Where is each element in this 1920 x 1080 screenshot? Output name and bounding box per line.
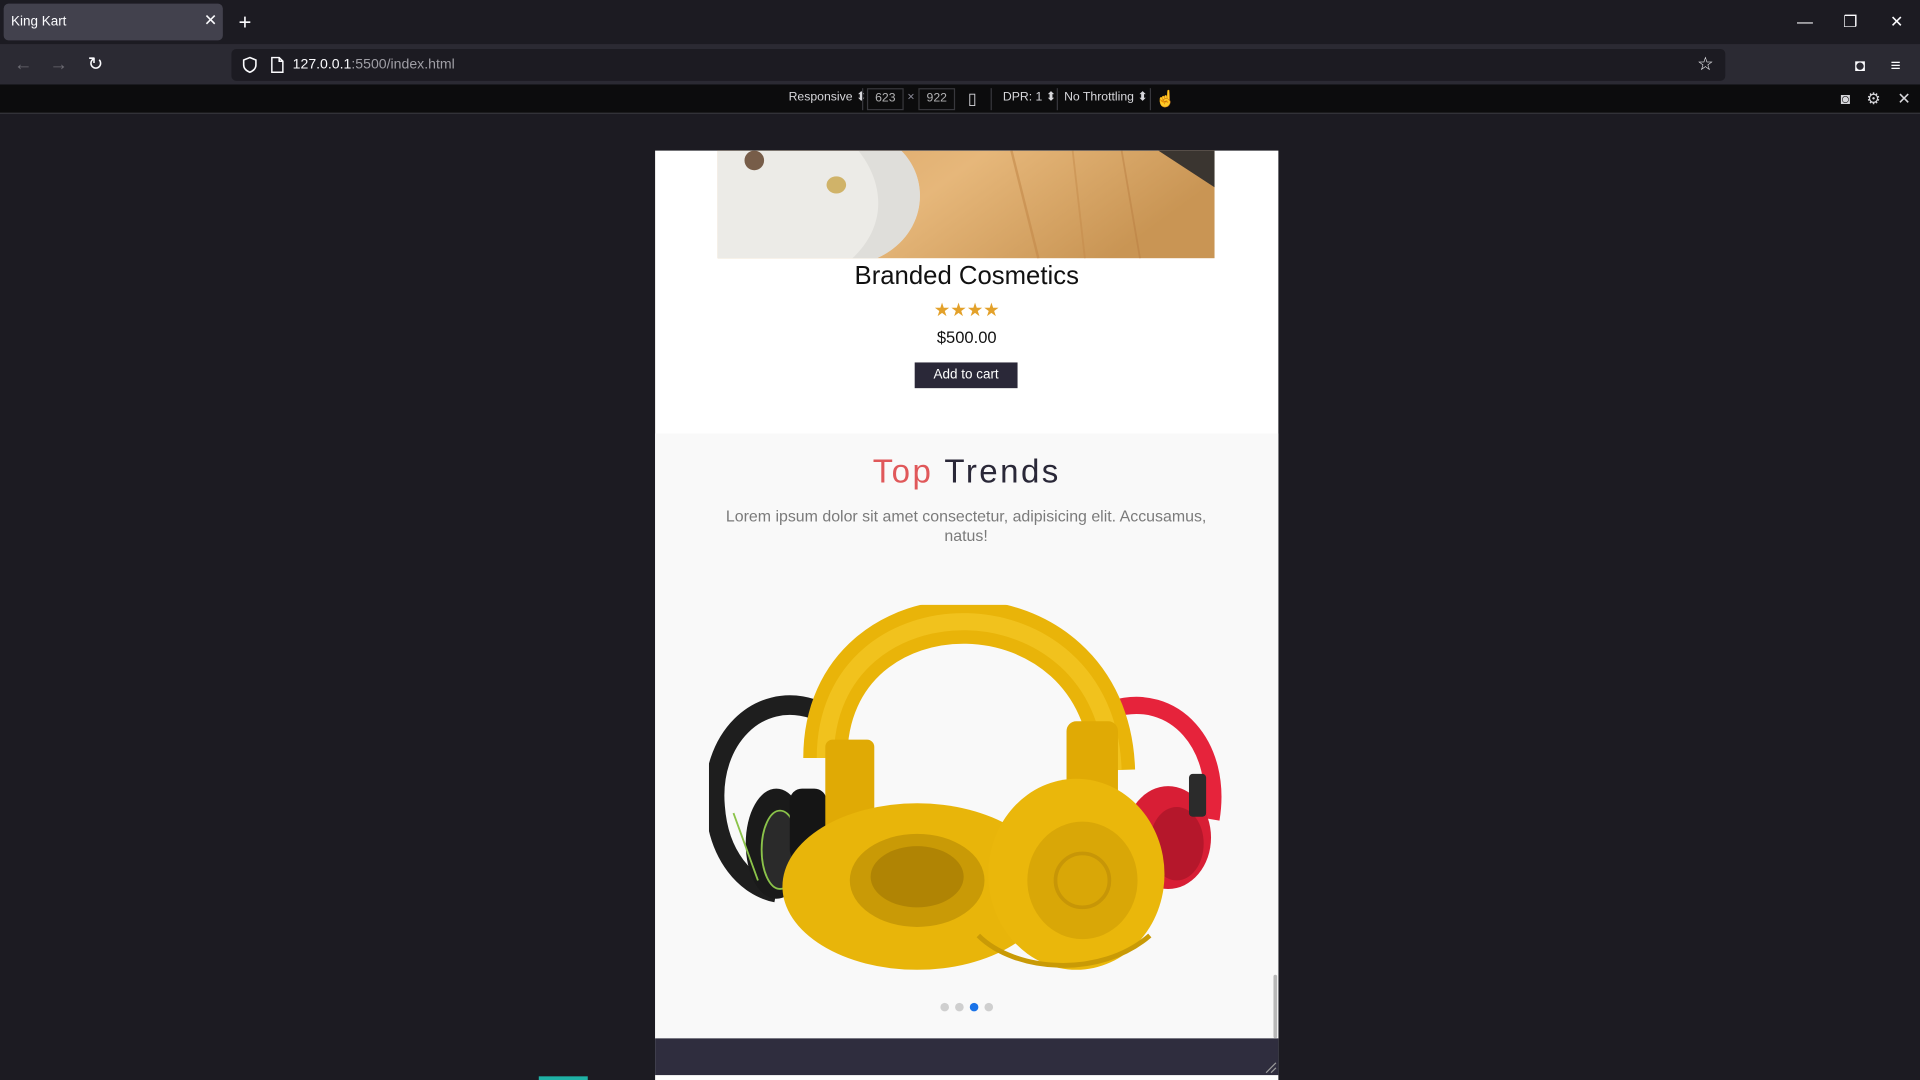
section-description: Lorem ipsum dolor sit amet consectetur, …	[725, 506, 1207, 545]
separator	[862, 88, 864, 111]
restore-icon[interactable]: ❐	[1840, 12, 1860, 32]
shield-icon[interactable]	[241, 56, 258, 74]
product-image	[717, 150, 1215, 259]
page-icon	[271, 56, 284, 73]
add-to-cart-button[interactable]: Add to cart	[914, 362, 1018, 389]
menu-icon[interactable]: ≡	[1884, 54, 1906, 76]
tab-title: King Kart	[11, 14, 67, 30]
window-close-icon[interactable]: ✕	[1887, 12, 1907, 32]
section-title: Top Trends	[655, 453, 1278, 491]
title-rest: Trends	[944, 453, 1061, 490]
page-footer-bar	[655, 1038, 1279, 1076]
separator	[1056, 88, 1058, 111]
bookmark-star-icon[interactable]: ☆	[1697, 54, 1713, 75]
tab-king-kart[interactable]: King Kart ✕	[3, 3, 223, 41]
tab-strip: King Kart ✕ + — ❐ ✕	[0, 0, 1920, 45]
back-icon[interactable]: ←	[12, 54, 34, 76]
viewport-width-input[interactable]: 623	[866, 88, 904, 111]
page-viewport: Branded Cosmetics ★★★★ $500.00 Add to ca…	[655, 150, 1279, 1080]
carousel-dot[interactable]	[984, 1003, 994, 1012]
dpr-label: DPR: 1	[1002, 90, 1043, 105]
product-title: Branded Cosmetics	[854, 262, 1079, 291]
screenshot-icon[interactable]: ◙	[1836, 89, 1856, 109]
carousel-dot[interactable]	[940, 1003, 949, 1012]
viewport-scrollbar[interactable]	[1273, 974, 1278, 1039]
url-text[interactable]: 127.0.0.1:5500/index.html	[293, 58, 455, 73]
cosmetics-photo	[717, 150, 1215, 259]
status-indicator	[538, 1076, 588, 1080]
url-path: :5500/index.html	[351, 57, 455, 73]
minimize-icon[interactable]: —	[1795, 12, 1815, 32]
url-host: 127.0.0.1	[292, 57, 352, 73]
browser-window: King Kart ✕ + — ❐ ✕ ← → ↻ 127.0.0.1:5500…	[0, 0, 1920, 1080]
resize-handle-icon[interactable]	[1264, 1060, 1277, 1074]
rotate-icon[interactable]: ▯	[962, 89, 982, 109]
device-selector[interactable]: Responsive ⬍	[789, 91, 867, 104]
separator	[990, 88, 992, 111]
settings-icon[interactable]: ⚙	[1864, 89, 1884, 109]
pocket-icon[interactable]: ◘	[1849, 54, 1871, 76]
dimension-separator: ×	[907, 90, 915, 105]
device-label: Responsive	[788, 90, 853, 105]
headphones-carousel-image	[708, 604, 1222, 970]
reload-icon[interactable]: ↻	[84, 54, 106, 76]
top-trends-section: Top Trends Lorem ipsum dolor sit amet co…	[655, 433, 1279, 1040]
rating-stars: ★★★★	[933, 300, 1000, 321]
forward-icon[interactable]: →	[48, 54, 70, 76]
title-accent: Top	[872, 453, 934, 490]
separator	[1149, 88, 1152, 111]
responsive-toolbar: Responsive ⬍ 623 × 922 ▯ DPR: 1 ⬍ No Thr…	[0, 84, 1920, 114]
carousel-dot-active[interactable]	[969, 1003, 979, 1012]
viewport-height-input[interactable]: 922	[918, 88, 956, 111]
close-icon[interactable]: ✕	[202, 12, 219, 29]
new-tab-icon[interactable]: +	[234, 11, 256, 33]
carousel-dots	[655, 997, 1278, 1012]
throttling-label: No Throttling	[1064, 90, 1134, 105]
throttling-selector[interactable]: No Throttling ⬍	[1064, 91, 1148, 104]
navigation-bar: ← → ↻ 127.0.0.1:5500/index.html ☆ ◘ ≡	[0, 44, 1920, 85]
close-rdm-icon[interactable]: ✕	[1894, 89, 1914, 109]
dpr-selector[interactable]: DPR: 1 ⬍	[1003, 91, 1056, 104]
url-bar[interactable]: 127.0.0.1:5500/index.html ☆	[231, 48, 1726, 81]
product-price: $500.00	[936, 328, 997, 347]
carousel-dot[interactable]	[955, 1003, 964, 1012]
touch-simulation-icon[interactable]: ☝	[1156, 89, 1176, 109]
